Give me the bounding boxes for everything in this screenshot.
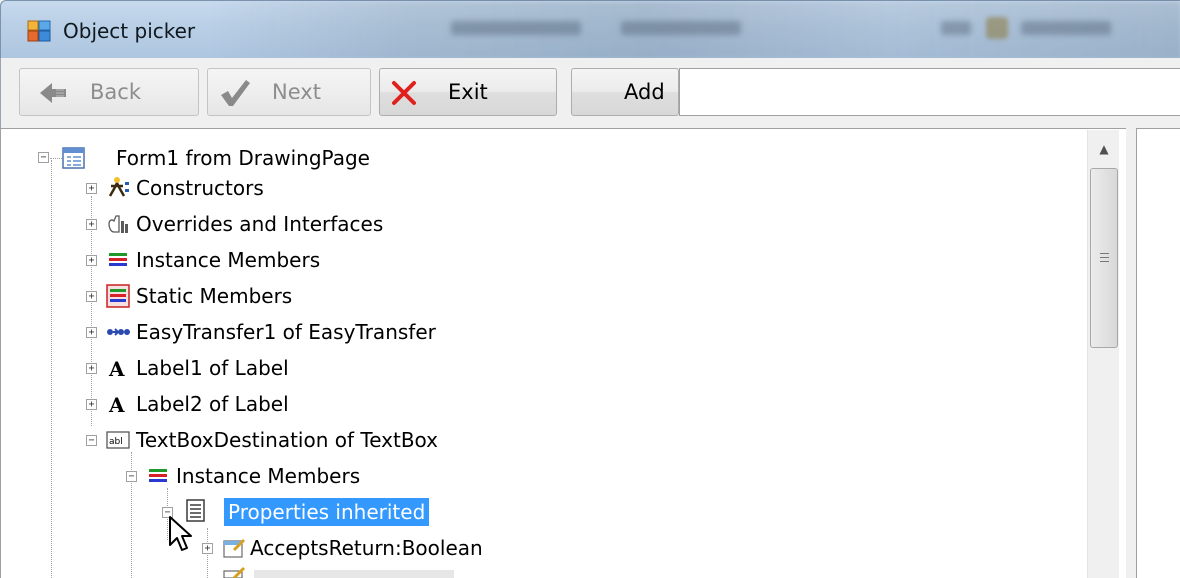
add-button[interactable]: Add (571, 68, 679, 116)
next-label: Next (272, 80, 321, 104)
tree-node-constructors[interactable]: + Constructors (78, 170, 268, 206)
constructors-icon (108, 177, 129, 197)
splitter[interactable] (1126, 128, 1136, 578)
svg-text:A: A (108, 393, 125, 416)
expand-icon[interactable]: + (86, 255, 97, 266)
tree-line (51, 160, 52, 578)
svg-text:abl: abl (109, 437, 123, 447)
address-field[interactable] (679, 68, 1180, 116)
collapse-icon[interactable]: − (38, 152, 49, 163)
window-title: Object picker (63, 19, 196, 43)
tree-node-label: Overrides and Interfaces (136, 212, 384, 236)
add-label: Add (624, 80, 665, 104)
blurred-text (941, 21, 971, 35)
tree-node-label2[interactable]: + A Label2 of Label (78, 386, 293, 422)
grip-icon (1100, 253, 1109, 262)
tree-node-label: Label1 of Label (136, 356, 289, 380)
instance-members-icon (149, 469, 167, 482)
property-icon (223, 538, 246, 558)
blurred-text (451, 21, 581, 35)
back-arrow-icon (40, 83, 66, 103)
scrollbar-thumb[interactable] (1090, 168, 1118, 348)
label-icon: A (108, 393, 125, 416)
tree-node-instance-members[interactable]: − Instance Members (118, 458, 364, 494)
overrides-icon (108, 215, 128, 233)
tree-node-label: Static Members (136, 284, 293, 308)
tree-node-overrides[interactable]: + Overrides and Interfaces (78, 206, 387, 242)
blurred-text (621, 21, 741, 35)
tree-node-label: Properties inherited (224, 498, 430, 526)
label-icon: A (108, 357, 125, 380)
blurred-text (1021, 21, 1111, 35)
expand-icon[interactable]: + (86, 291, 97, 302)
checkmark-icon (221, 80, 250, 106)
next-button[interactable]: Next (207, 68, 371, 116)
app-window-icon (27, 20, 51, 42)
toolbar: Back Next Exit Add (0, 58, 1180, 128)
tree-node-textboxdestination[interactable]: − abl TextBoxDestination of TextBox (78, 422, 442, 458)
property-icon (223, 566, 246, 578)
exit-button[interactable]: Exit (379, 68, 557, 116)
collapse-icon[interactable]: − (86, 435, 97, 446)
collapse-icon[interactable]: − (126, 471, 137, 482)
vertical-scrollbar[interactable]: ▲ (1087, 130, 1119, 578)
easytransfer-icon (107, 328, 130, 336)
close-x-icon (392, 81, 416, 105)
tree-node-label: Label2 of Label (136, 392, 289, 416)
tree-node-properties-inherited[interactable]: − Properties inherited (154, 494, 430, 530)
tree-node-label: Constructors (136, 176, 264, 200)
back-button[interactable]: Back (19, 68, 199, 116)
tree-line (50, 158, 62, 159)
back-label: Back (90, 80, 141, 104)
tree-node-label: Instance Members (136, 248, 321, 272)
textbox-icon: abl (106, 431, 130, 449)
instance-members-icon (109, 253, 127, 266)
expand-icon[interactable]: + (86, 399, 97, 410)
title-bar: Object picker (0, 0, 1180, 59)
tree-node-label: Form1 from DrawingPage (116, 146, 370, 170)
tree-node-instance-members[interactable]: + Instance Members (78, 242, 324, 278)
tree-node-label: Instance Members (176, 464, 361, 488)
form-icon (62, 147, 85, 169)
expand-icon[interactable]: + (86, 327, 97, 338)
svg-text:A: A (108, 357, 125, 380)
details-panel (1136, 128, 1180, 578)
cut-off-row-text (254, 570, 454, 578)
tree-node-easytransfer1[interactable]: + EasyTransfer1 of EasyTransfer (78, 314, 440, 350)
expand-icon[interactable]: + (86, 219, 97, 230)
tree-node-static-members[interactable]: + Static Members (78, 278, 296, 314)
tree-node-label: EasyTransfer1 of EasyTransfer (136, 320, 436, 344)
exit-label: Exit (448, 80, 488, 104)
scroll-up-arrow-icon[interactable]: ▲ (1089, 134, 1119, 164)
expand-icon[interactable]: + (202, 543, 213, 554)
expand-icon[interactable]: + (86, 363, 97, 374)
tree-node-label: TextBoxDestination of TextBox (136, 428, 439, 452)
tree-node-acceptsreturn[interactable]: + AcceptsReturn:Boolean (194, 530, 487, 566)
tree-node-label1[interactable]: + A Label1 of Label (78, 350, 293, 386)
blurred-icon (986, 17, 1008, 39)
expand-icon[interactable]: + (86, 183, 97, 194)
static-members-icon (106, 284, 130, 308)
tree-node-label: AcceptsReturn:Boolean (250, 536, 483, 560)
mouse-cursor-icon (169, 516, 192, 551)
